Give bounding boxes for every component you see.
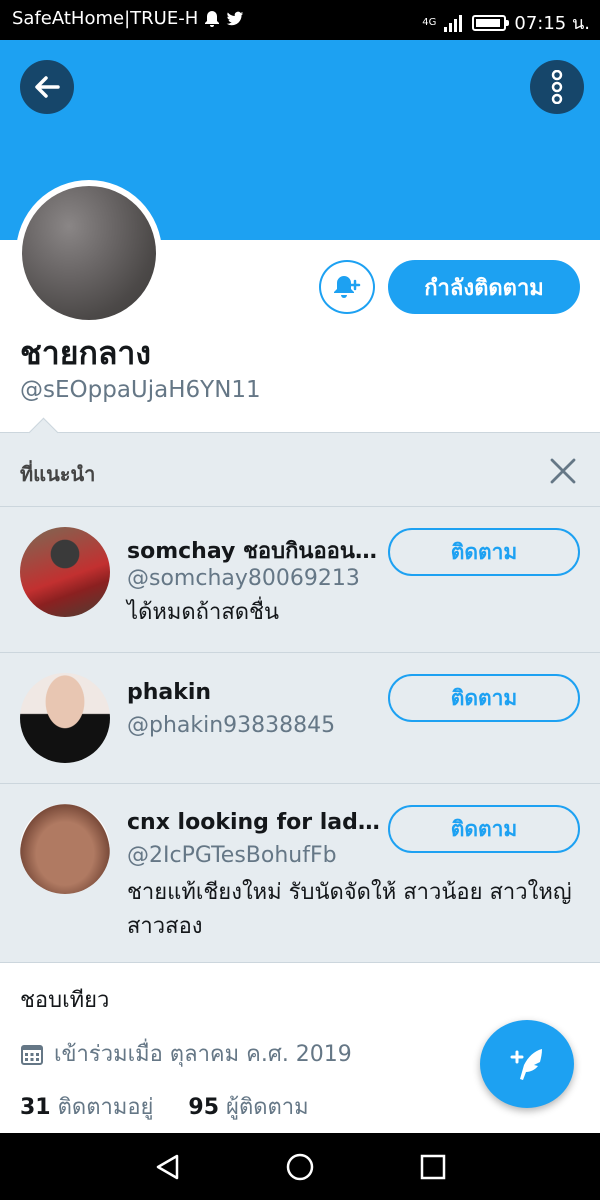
divider [0,652,600,653]
more-vertical-icon [551,70,563,104]
suggestion-name[interactable]: phakin [127,680,385,705]
follow-button[interactable]: ติดตาม [388,528,580,576]
suggestion-handle: @2IcPGTesBohufFb [127,843,337,868]
battery-icon [472,14,510,31]
nav-home-icon[interactable] [285,1152,315,1182]
close-icon [550,458,576,484]
bell-plus-icon [334,276,361,298]
back-button[interactable] [20,60,74,114]
more-options-button[interactable] [530,60,584,114]
suggestions-title: ที่แนะนำ [20,462,96,486]
status-left: SafeAtHome|TRUE-H [12,8,244,29]
notifications-button[interactable] [319,260,375,314]
compose-icon [510,1049,542,1080]
twitter-bird-icon [226,11,244,25]
following-label: ติดตามอยู่ [57,1095,154,1120]
following-stat[interactable]: 31 ติดตามอยู่ [20,1095,153,1120]
suggestion-avatar[interactable] [20,673,110,763]
clock: 07:15 น. [514,13,590,34]
followers-label: ผู้ติดตาม [226,1095,309,1120]
suggestion-bio: ชายแท้เชียงใหม่ รับนัดจัดให้ สาวน้อย สาว… [127,880,572,939]
suggestion-bio: ได้หมดถ้าสดชื่น [127,600,280,625]
following-count: 31 [20,1095,51,1120]
suggestion-avatar[interactable] [20,804,110,894]
divider [0,783,600,784]
profile-name: ชายกลาง [20,334,152,372]
followers-count: 95 [188,1095,220,1120]
suggestion-avatar[interactable] [20,527,110,617]
close-suggestions-button[interactable] [546,454,580,488]
status-bar: SafeAtHome|TRUE-H 4G 07:15 น. [0,0,600,40]
carrier-text: SafeAtHome|TRUE-H [12,8,199,29]
profile-handle: @sEOppaUjaH6YN11 [20,377,261,403]
follow-stats: 31 ติดตามอยู่ 95 ผู้ติดตาม [20,1089,309,1124]
calendar-icon [21,1044,43,1065]
profile-avatar[interactable] [22,186,156,320]
network-type: 4G [422,16,437,28]
back-arrow-icon [35,76,60,98]
notification-bell-icon [205,10,220,27]
followers-stat[interactable]: 95 ผู้ติดตาม [188,1095,308,1120]
joined-text: เข้าร่วมเมื่อ ตุลาคม ค.ศ. 2019 [54,1042,352,1067]
nav-recents-icon[interactable] [420,1154,446,1180]
divider [0,506,600,507]
suggestion-handle: @phakin93838845 [127,713,336,738]
following-button[interactable]: กำลังติดตาม [388,260,580,314]
joined-date: เข้าร่วมเมื่อ ตุลาคม ค.ศ. 2019 [20,1036,352,1071]
profile-bio: ชอบเทียว [20,988,110,1013]
suggestion-handle: @somchay80069213 [127,566,360,591]
status-right: 4G 07:15 น. [422,8,590,37]
follow-button[interactable]: ติดตาม [388,805,580,853]
suggestion-name[interactable]: cnx looking for ladyboy [127,810,385,835]
nav-back-icon[interactable] [153,1153,181,1181]
suggestion-name[interactable]: somchay ชอบกินออน… [127,533,385,568]
system-navigation-bar [0,1133,600,1200]
follow-button[interactable]: ติดตาม [388,674,580,722]
divider [0,962,600,963]
signal-icon [444,14,463,32]
compose-tweet-button[interactable] [480,1020,574,1108]
